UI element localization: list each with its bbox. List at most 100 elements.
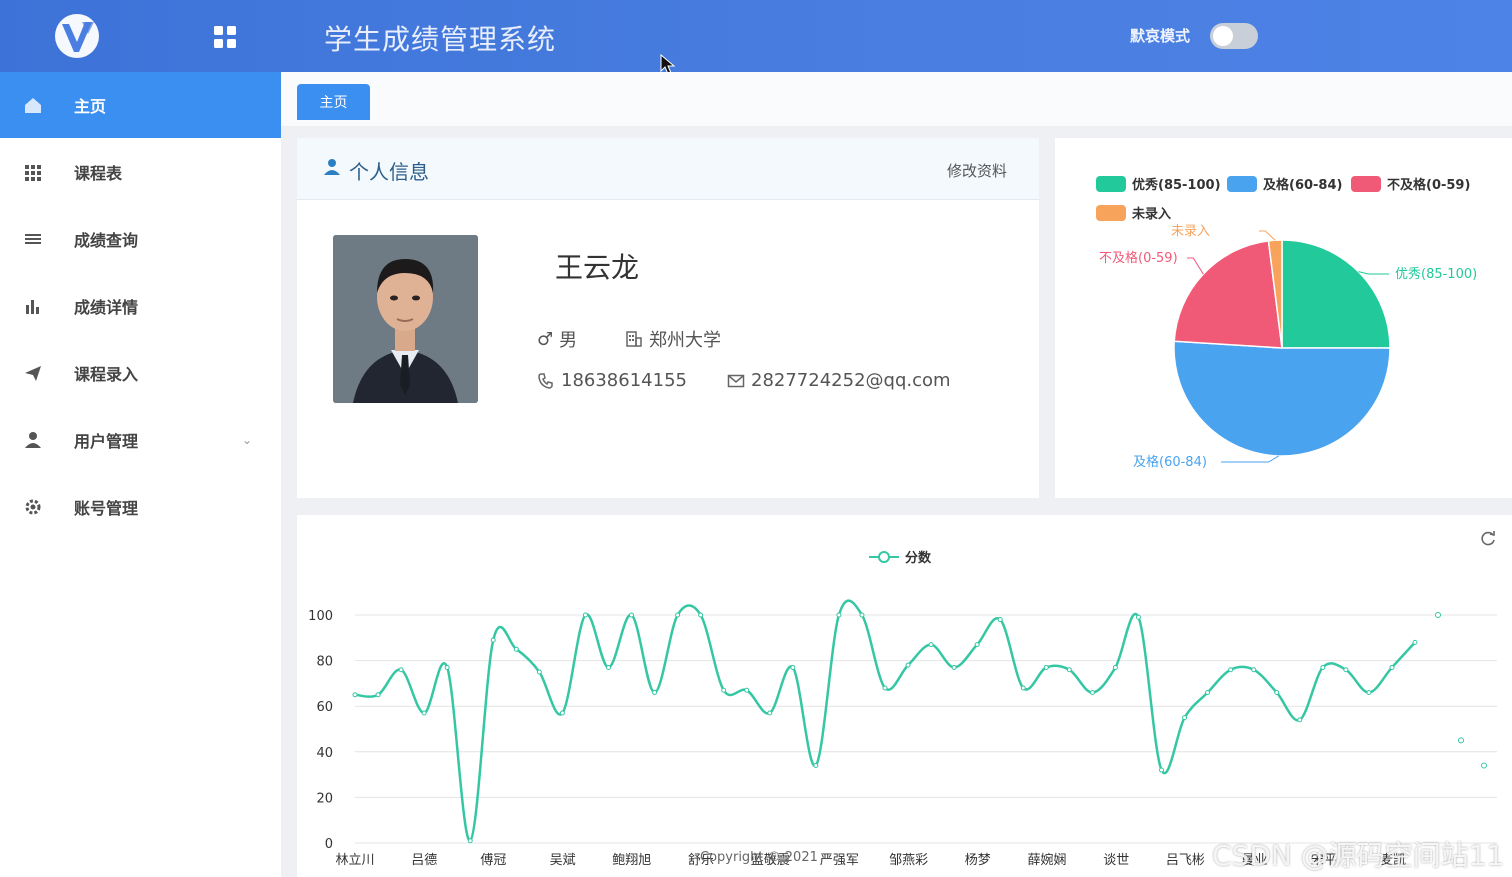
- data-point[interactable]: [1089, 690, 1095, 696]
- data-point[interactable]: [698, 612, 704, 618]
- data-point[interactable]: [1182, 715, 1188, 721]
- x-tick-label: 邹燕彩: [889, 852, 928, 868]
- tab-home[interactable]: 主页: [297, 84, 370, 120]
- gender-value: 男: [559, 330, 578, 351]
- data-point[interactable]: [1389, 664, 1395, 670]
- data-point[interactable]: [675, 612, 681, 618]
- grade-distribution-card: 优秀(85-100) 及格(60-84) 不及格(0-59) 未录入 优秀(85…: [1055, 138, 1512, 498]
- data-point[interactable]: [375, 692, 381, 698]
- data-point[interactable]: [1343, 667, 1349, 673]
- pie-slice[interactable]: [1173, 240, 1283, 349]
- data-point[interactable]: [582, 612, 588, 618]
- data-point[interactable]: [398, 667, 404, 673]
- data-point[interactable]: [352, 692, 358, 698]
- user-icon: [324, 159, 340, 175]
- data-point[interactable]: [605, 664, 611, 670]
- data-point[interactable]: [790, 664, 796, 670]
- data-point[interactable]: [744, 687, 750, 693]
- x-tick-label: 吕飞彬: [1166, 853, 1205, 868]
- sidebar-item-label: 用户管理: [74, 432, 139, 451]
- data-point[interactable]: [813, 762, 819, 768]
- y-tick-label: 80: [316, 655, 333, 670]
- sidebar-item-schedule[interactable]: 课程表: [0, 139, 281, 205]
- data-point[interactable]: [652, 690, 658, 696]
- data-point[interactable]: [1481, 762, 1487, 769]
- data-point[interactable]: [928, 642, 934, 648]
- data-point[interactable]: [490, 637, 496, 643]
- data-point[interactable]: [536, 669, 542, 675]
- profile-card: 个人信息 修改资料 王云龙 ♂ 男 郑州大学 18638614155 28277…: [297, 138, 1039, 498]
- sidebar-item-score-detail[interactable]: 成绩详情: [0, 273, 281, 339]
- data-point[interactable]: [1112, 664, 1118, 670]
- gear-icon: [25, 499, 41, 515]
- sidebar-item-label: 成绩详情: [74, 298, 139, 317]
- sidebar-item-score-query[interactable]: 成绩查询: [0, 206, 281, 272]
- list-icon: [25, 234, 41, 244]
- pie-slice-label: 不及格(0-59): [1099, 250, 1178, 266]
- data-point[interactable]: [513, 646, 519, 652]
- data-point[interactable]: [1297, 717, 1303, 723]
- bar-chart-icon: [26, 300, 39, 314]
- data-point[interactable]: [421, 710, 427, 716]
- data-point[interactable]: [997, 617, 1003, 623]
- data-point[interactable]: [974, 642, 980, 648]
- sidebar-item-home[interactable]: 主页: [0, 72, 281, 138]
- data-point[interactable]: [1366, 690, 1372, 696]
- data-point[interactable]: [1435, 612, 1441, 618]
- data-point[interactable]: [836, 612, 842, 618]
- score-series-line: [354, 599, 1416, 842]
- mourning-mode-label: 默哀模式: [1130, 27, 1191, 45]
- data-point[interactable]: [1320, 664, 1326, 670]
- male-icon: ♂: [537, 328, 554, 350]
- data-point[interactable]: [444, 664, 450, 670]
- y-tick-label: 100: [308, 609, 333, 624]
- pie-label-line: [1358, 271, 1389, 275]
- toggle-knob: [1213, 26, 1233, 46]
- data-point[interactable]: [467, 838, 473, 844]
- sidebar-item-label: 主页: [74, 97, 107, 116]
- data-point[interactable]: [1412, 639, 1418, 645]
- chevron-down-icon[interactable]: ⌄: [242, 433, 252, 447]
- data-point[interactable]: [1020, 685, 1026, 691]
- avatar: [333, 235, 478, 403]
- gender-info: ♂ 男: [537, 326, 577, 352]
- data-point[interactable]: [629, 612, 635, 618]
- data-point[interactable]: [1043, 664, 1049, 670]
- data-point[interactable]: [767, 710, 773, 716]
- data-point[interactable]: [1228, 667, 1234, 673]
- pie-slice[interactable]: [1281, 239, 1391, 349]
- sidebar-item-label: 账号管理: [74, 499, 139, 518]
- school-value: 郑州大学: [649, 330, 721, 351]
- sidebar-item-user-management[interactable]: 用户管理 ⌄: [0, 407, 281, 473]
- data-point[interactable]: [1458, 737, 1464, 744]
- data-point[interactable]: [721, 687, 727, 693]
- top-header: 学生成绩管理系统 默哀模式: [0, 0, 1512, 75]
- school-info: 郑州大学: [625, 326, 721, 352]
- data-point[interactable]: [1135, 614, 1141, 620]
- data-point[interactable]: [905, 662, 911, 668]
- phone-value: 18638614155: [561, 370, 687, 391]
- data-point[interactable]: [1205, 690, 1211, 696]
- pie-slice[interactable]: [1173, 340, 1391, 457]
- data-point[interactable]: [1066, 667, 1072, 673]
- sidebar-item-course-entry[interactable]: 课程录入: [0, 340, 281, 406]
- data-point[interactable]: [1274, 690, 1280, 696]
- user-icon: [25, 432, 41, 448]
- home-icon: [25, 98, 41, 113]
- edit-profile-button[interactable]: 修改资料: [947, 160, 1007, 181]
- y-tick-label: 0: [325, 837, 333, 852]
- data-point[interactable]: [882, 685, 888, 691]
- menu-grid-icon[interactable]: [212, 24, 238, 50]
- data-point[interactable]: [1159, 767, 1165, 773]
- data-point[interactable]: [859, 612, 865, 618]
- data-point[interactable]: [1251, 667, 1257, 673]
- y-tick-label: 20: [316, 791, 333, 806]
- grade-pie-chart: 优秀(85-100) 及格(60-84) 不及格(0-59) 未录入: [1099, 224, 1477, 470]
- data-point[interactable]: [951, 664, 957, 670]
- mourning-mode-toggle[interactable]: [1210, 23, 1258, 49]
- x-tick-label: 杨梦: [965, 853, 991, 868]
- email-info: 2827724252@qq.com: [727, 370, 951, 391]
- sidebar-item-account-management[interactable]: 账号管理: [0, 474, 281, 540]
- portrait-image: [333, 235, 478, 403]
- data-point[interactable]: [559, 710, 565, 716]
